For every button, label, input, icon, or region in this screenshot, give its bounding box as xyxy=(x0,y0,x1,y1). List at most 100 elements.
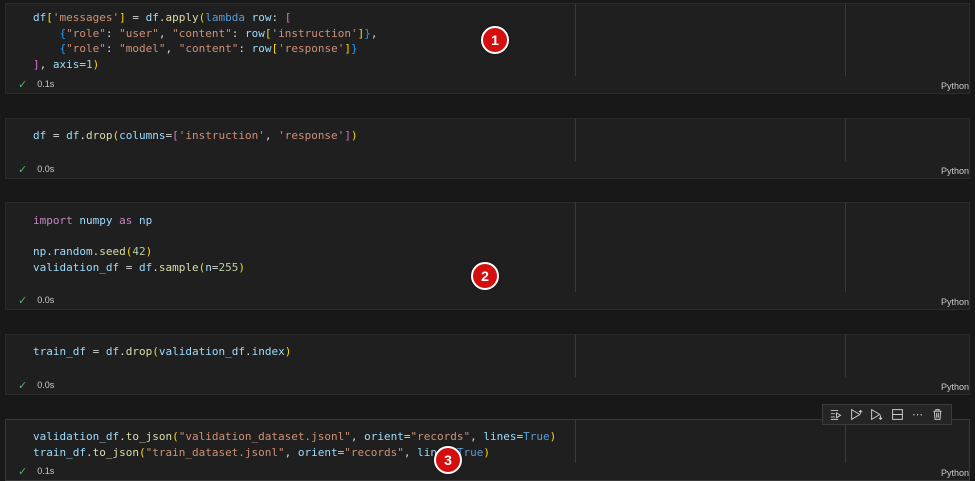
notebook-cell-4[interactable]: train_df = df.drop(validation_df.index) … xyxy=(5,334,970,395)
code-line: df = df.drop(columns=['instruction', 're… xyxy=(33,128,358,144)
notebook-cell-5[interactable]: validation_df.to_json("validation_datase… xyxy=(5,419,970,481)
code-token: ( xyxy=(152,345,159,358)
execution-time: 0.0s xyxy=(37,164,55,174)
code-line: df['messages'] = df.apply(lambda row: [ xyxy=(33,10,377,26)
annotation-badge-2: 2 xyxy=(471,262,499,290)
code-token: n xyxy=(205,260,212,274)
code-token: df xyxy=(105,345,120,358)
code-token: to_json xyxy=(125,430,173,443)
execution-time: 0.0s xyxy=(37,295,55,305)
code-line: train_df.to_json("train_dataset.jsonl", … xyxy=(33,445,556,461)
success-check-icon: ✓ xyxy=(18,465,28,478)
code-token: "train_dataset.jsonl" xyxy=(145,445,285,459)
code-token: } xyxy=(350,42,358,55)
code-token: ) xyxy=(92,57,100,71)
code-token: ) xyxy=(350,129,358,142)
code-token: row xyxy=(251,42,272,55)
code-token: ] xyxy=(344,129,351,142)
code-line: {"role": "model", "content": row['respon… xyxy=(33,41,377,57)
code-token: "model" xyxy=(119,42,166,55)
code-token: : xyxy=(105,42,120,55)
delete-cell-icon[interactable] xyxy=(930,407,946,423)
kernel-language-label[interactable]: Python xyxy=(941,297,969,307)
code-token: 'instruction' xyxy=(178,129,265,142)
execute-below-icon[interactable] xyxy=(869,407,885,423)
code-token: 1 xyxy=(86,57,93,71)
kernel-language-label[interactable]: Python xyxy=(941,81,969,91)
code-token: = xyxy=(119,260,139,274)
code-line: {"role": "user", "content": row['instruc… xyxy=(33,26,378,42)
code-token: ] xyxy=(344,42,351,55)
cell-divider xyxy=(845,4,846,76)
code-line: ], axis=1) xyxy=(33,57,377,73)
code-token: row xyxy=(244,26,265,40)
code-editor[interactable]: import numpy as np np.random.seed(42) vali… xyxy=(33,213,245,275)
code-token: . xyxy=(119,345,126,358)
code-editor[interactable]: df['messages'] = df.apply(lambda row: [ … xyxy=(33,10,377,72)
code-token: 255 xyxy=(218,260,239,274)
code-token: validation_df xyxy=(158,345,245,358)
notebook-cell-3[interactable]: import numpy as np np.random.seed(42) vali… xyxy=(5,202,970,310)
code-line: import numpy as np xyxy=(33,213,245,229)
code-token: , xyxy=(158,26,173,40)
code-token: [ xyxy=(46,11,53,24)
kernel-language-label[interactable]: Python xyxy=(941,468,969,478)
code-token: ) xyxy=(145,245,153,258)
code-token: validation_df xyxy=(33,260,120,274)
code-token: . xyxy=(244,345,252,358)
code-token: seed xyxy=(99,245,126,258)
code-token: "role" xyxy=(66,26,106,40)
kernel-language-label[interactable]: Python xyxy=(941,166,969,176)
run-by-line-icon[interactable] xyxy=(828,407,844,423)
code-token: drop xyxy=(86,129,113,142)
execution-status: ✓ 0.0s xyxy=(18,378,54,392)
code-token: index xyxy=(251,345,285,358)
code-token: , xyxy=(284,445,298,459)
code-token: to_json xyxy=(92,445,139,459)
execute-above-icon[interactable] xyxy=(848,407,864,423)
code-editor[interactable]: validation_df.to_json("validation_datase… xyxy=(33,429,556,460)
cell-divider xyxy=(845,335,846,377)
code-token: columns xyxy=(119,129,166,142)
code-line: train_df = df.drop(validation_df.index) xyxy=(33,344,291,360)
code-editor[interactable]: train_df = df.drop(validation_df.index) xyxy=(33,344,291,360)
code-token: "records" xyxy=(344,445,404,459)
success-check-icon: ✓ xyxy=(18,379,28,392)
code-token: df xyxy=(33,11,47,24)
execution-status: ✓ 0.0s xyxy=(18,293,54,307)
code-token: , xyxy=(350,430,365,443)
code-editor[interactable]: df = df.drop(columns=['instruction', 're… xyxy=(33,128,358,144)
code-token: : xyxy=(105,26,120,40)
code-token: "content" xyxy=(178,42,239,55)
code-token: , xyxy=(264,129,279,142)
code-token: df xyxy=(138,260,153,274)
code-token: "records" xyxy=(410,430,471,443)
code-token: , xyxy=(470,430,484,443)
code-token: df xyxy=(66,129,80,142)
code-token: ] xyxy=(33,57,40,71)
split-cell-icon[interactable] xyxy=(889,407,905,423)
code-token: ) xyxy=(284,345,292,358)
code-token: 'response' xyxy=(278,129,345,142)
execution-status: ✓ 0.1s xyxy=(18,77,54,91)
more-actions-icon[interactable]: ⋯ xyxy=(909,407,925,423)
code-token: . xyxy=(79,129,86,142)
code-token: lambda xyxy=(205,11,245,24)
kernel-language-label[interactable]: Python xyxy=(941,382,969,392)
code-token: : xyxy=(238,42,252,55)
notebook-cell-2[interactable]: df = df.drop(columns=['instruction', 're… xyxy=(5,118,970,179)
code-token: df xyxy=(33,129,47,142)
execution-status: ✓ 0.1s xyxy=(18,464,54,478)
code-token: orient xyxy=(297,445,338,459)
code-token: ) xyxy=(483,445,491,459)
code-token: train_df xyxy=(33,445,86,459)
code-token: , xyxy=(165,42,179,55)
code-token: lines xyxy=(483,430,517,443)
code-token: validation_df xyxy=(33,430,120,443)
cell-toolbar: ⋯ xyxy=(822,404,952,425)
code-token: } xyxy=(364,26,371,40)
success-check-icon: ✓ xyxy=(18,78,28,91)
